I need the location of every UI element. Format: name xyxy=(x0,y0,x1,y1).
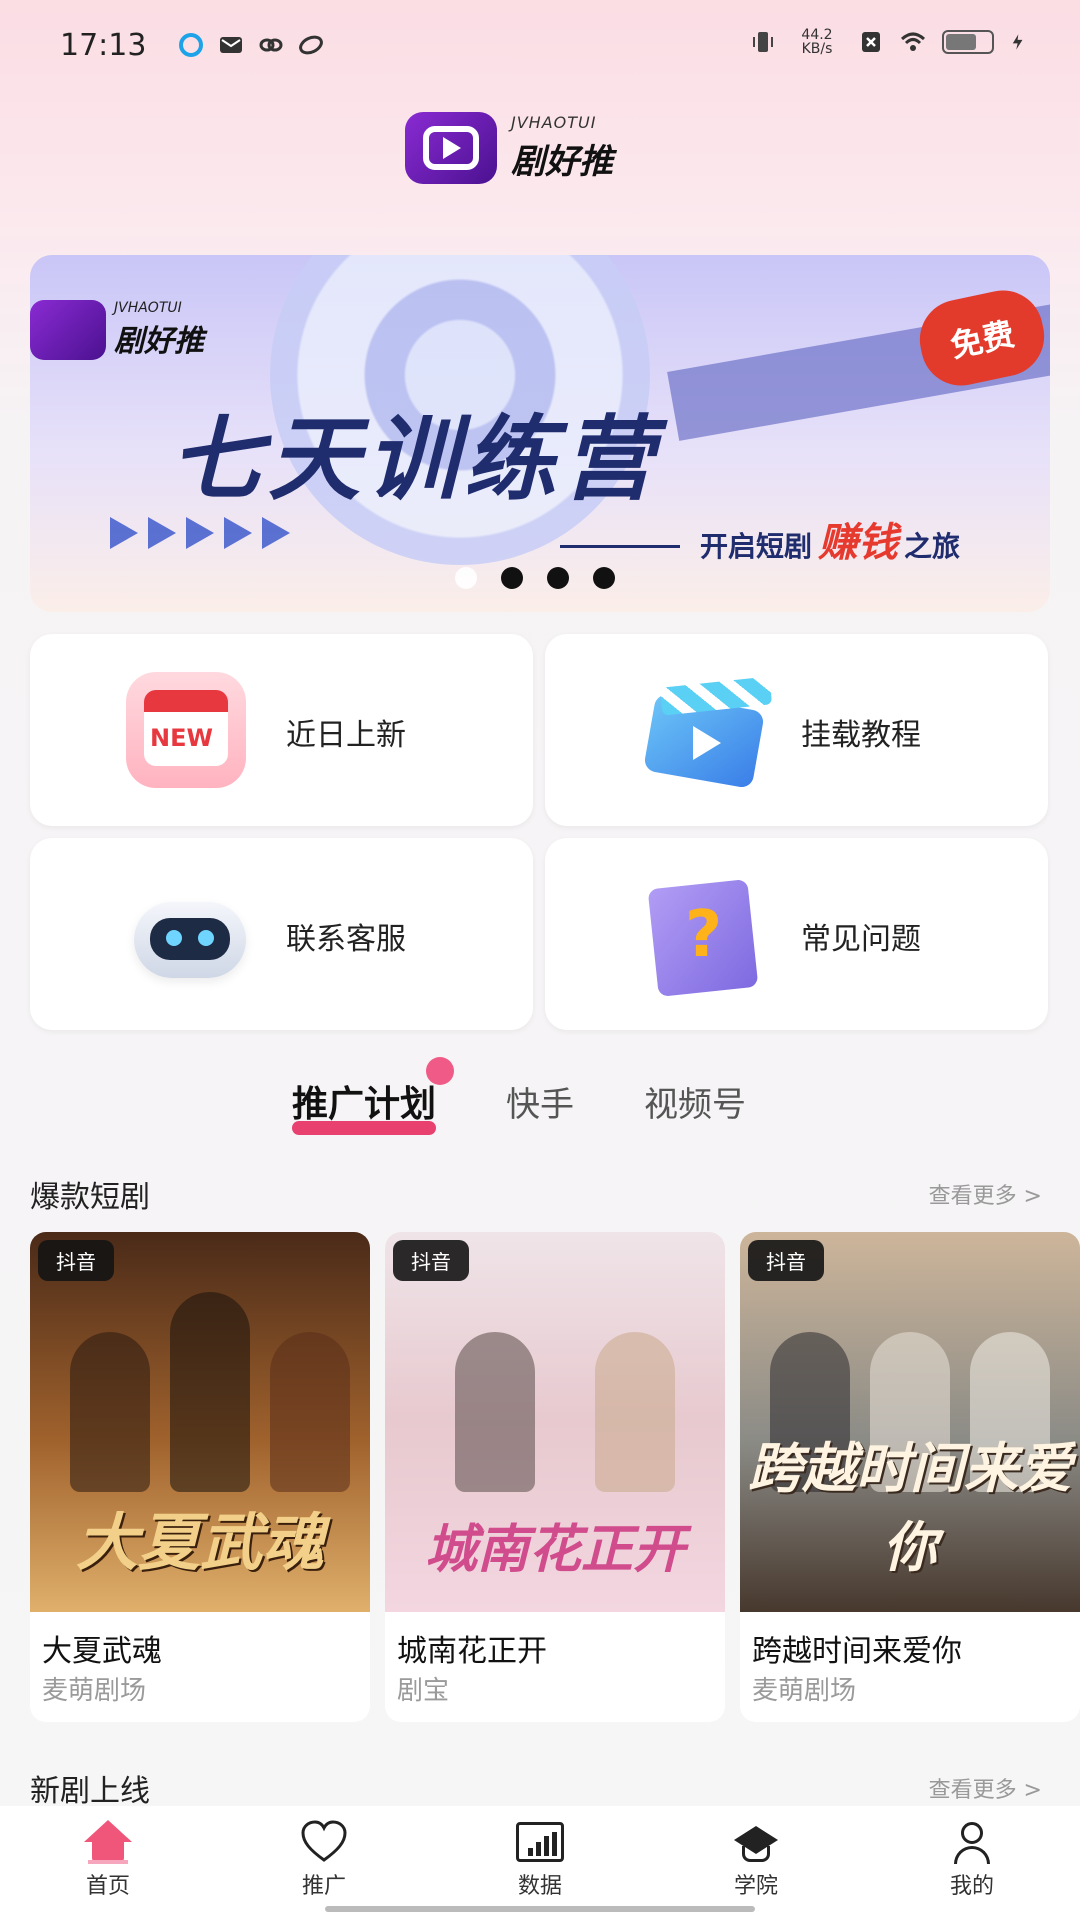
bottom-navigation: 首页 推广 数据 学院 我的 xyxy=(0,1806,1080,1920)
status-time: 17:13 xyxy=(60,28,147,63)
drama-poster: 抖音 跨越时间来爱你 xyxy=(740,1232,1080,1612)
customer-service-card[interactable]: 联系客服 xyxy=(30,838,533,1030)
carousel-dot[interactable] xyxy=(501,567,523,589)
tab-kuaishou[interactable]: 快手 xyxy=(506,1077,574,1126)
chart-icon xyxy=(516,1820,564,1864)
new-dramas-more-link[interactable]: 查看更多 > xyxy=(929,1772,1042,1804)
faq-label: 常见问题 xyxy=(801,922,921,957)
drama-title: 大夏武魂 xyxy=(42,1634,162,1669)
mail-icon xyxy=(220,37,242,53)
banner-logo-cn: 剧好推 xyxy=(114,324,204,359)
drama-poster: 抖音 城南花正开 xyxy=(385,1232,725,1612)
recent-new-label: 近日上新 xyxy=(286,718,406,753)
nav-label: 推广 xyxy=(301,1874,346,1899)
battery-icon xyxy=(942,30,994,54)
nav-home[interactable]: 首页 xyxy=(0,1806,216,1920)
vibrate-icon xyxy=(753,32,773,52)
home-icon xyxy=(84,1820,132,1864)
nav-label: 学院 xyxy=(733,1874,778,1899)
nav-label: 我的 xyxy=(949,1874,994,1899)
logo-text-cn: 剧好推 xyxy=(511,142,613,182)
poster-title-art: 大夏武魂 xyxy=(75,1506,324,1579)
drama-source: 麦萌剧场 xyxy=(42,1676,147,1706)
carousel-dot[interactable] xyxy=(455,567,477,589)
app-notification-icon xyxy=(179,33,203,57)
tab-video-account[interactable]: 视频号 xyxy=(644,1077,746,1126)
robot-support-icon xyxy=(126,876,246,992)
status-left-icons xyxy=(178,32,324,58)
question-mark-glyph: ? xyxy=(685,898,723,972)
notification-dot xyxy=(426,1057,455,1085)
drama-source: 麦萌剧场 xyxy=(752,1676,857,1706)
new-badge-text: NEW xyxy=(150,724,213,752)
mount-tutorial-label: 挂载教程 xyxy=(801,718,921,753)
tab-promotion-plan[interactable]: 推广计划 xyxy=(292,1057,455,1135)
carousel-dot[interactable] xyxy=(593,567,615,589)
net-speed-unit: KB/s xyxy=(801,41,833,57)
charging-icon xyxy=(1012,34,1023,50)
link-icon xyxy=(259,38,283,52)
poster-title-art: 城南花正开 xyxy=(424,1520,685,1580)
customer-service-label: 联系客服 xyxy=(286,922,406,957)
poster-title-art: 跨越时间来爱你 xyxy=(748,1437,1072,1579)
drama-card[interactable]: 抖音 跨越时间来爱你 跨越时间来爱你 麦萌剧场 xyxy=(740,1232,1080,1722)
banner-subtitle-pre: 开启短剧 xyxy=(700,530,813,563)
banner-subtitle-hot: 赚钱 xyxy=(818,520,899,566)
user-icon xyxy=(948,1820,996,1864)
nav-academy[interactable]: 学院 xyxy=(648,1806,864,1920)
tv-play-icon xyxy=(30,300,106,360)
carousel-dots[interactable] xyxy=(455,567,615,589)
arrow-decoration xyxy=(110,517,290,549)
question-book-icon: ? xyxy=(641,876,761,997)
app-logo: JVHAOTUI 剧好推 xyxy=(405,112,613,184)
hot-dramas-title: 爆款短剧 xyxy=(30,1180,150,1215)
net-speed: 44.2 KB/s xyxy=(792,28,842,56)
clapperboard-play-icon xyxy=(641,672,773,789)
app-icon xyxy=(299,35,323,55)
status-right: 44.2 KB/s xyxy=(750,28,1028,56)
hot-dramas-more-link[interactable]: 查看更多 > xyxy=(929,1178,1042,1210)
logo-text-en: JVHAOTUI xyxy=(511,113,597,132)
new-dramas-title: 新剧上线 xyxy=(30,1774,150,1809)
nav-promote[interactable]: 推广 xyxy=(216,1806,432,1920)
no-sim-icon xyxy=(862,32,880,52)
banner-subtitle: 开启短剧 赚钱 之旅 xyxy=(560,510,960,568)
drama-card[interactable]: 抖音 城南花正开 城南花正开 剧宝 xyxy=(385,1232,725,1722)
drama-source: 剧宝 xyxy=(397,1676,450,1706)
banner-subtitle-post: 之旅 xyxy=(904,530,961,563)
platform-tag: 抖音 xyxy=(748,1240,824,1281)
nav-profile[interactable]: 我的 xyxy=(864,1806,1080,1920)
promo-banner[interactable]: JVHAOTUI 剧好推 免费 七天训练营 开启短剧 赚钱 之旅 xyxy=(30,255,1050,612)
banner-logo-en: JVHAOTUI xyxy=(114,300,182,316)
tv-play-icon xyxy=(405,112,497,184)
carousel-dot[interactable] xyxy=(547,567,569,589)
drama-card[interactable]: 抖音 大夏武魂 大夏武魂 麦萌剧场 xyxy=(30,1232,370,1722)
faq-card[interactable]: ? 常见问题 xyxy=(545,838,1048,1030)
drama-title: 城南花正开 xyxy=(397,1634,547,1669)
status-bar: 17:13 44.2 KB/s xyxy=(0,0,1080,96)
mount-tutorial-card[interactable]: 挂载教程 xyxy=(545,634,1048,826)
recent-new-card[interactable]: NEW 近日上新 xyxy=(30,634,533,826)
wifi-icon xyxy=(900,32,926,51)
platform-tag: 抖音 xyxy=(393,1240,469,1281)
platform-tag: 抖音 xyxy=(38,1240,114,1281)
drama-title: 跨越时间来爱你 xyxy=(752,1634,962,1669)
nav-label: 数据 xyxy=(517,1874,562,1899)
new-calendar-icon: NEW xyxy=(126,672,246,788)
platform-tabs: 推广计划 快手 视频号 xyxy=(292,1057,746,1135)
banner-logo: JVHAOTUI 剧好推 xyxy=(30,300,204,360)
nav-data[interactable]: 数据 xyxy=(432,1806,648,1920)
net-speed-value: 44.2 xyxy=(801,27,833,43)
heart-icon xyxy=(301,1820,347,1862)
home-indicator[interactable] xyxy=(325,1906,755,1912)
nav-label: 首页 xyxy=(85,1874,130,1899)
graduation-cap-icon xyxy=(732,1820,780,1864)
drama-poster: 抖音 大夏武魂 xyxy=(30,1232,370,1612)
tab-label: 推广计划 xyxy=(292,1084,437,1125)
banner-title: 七天训练营 xyxy=(170,406,661,513)
